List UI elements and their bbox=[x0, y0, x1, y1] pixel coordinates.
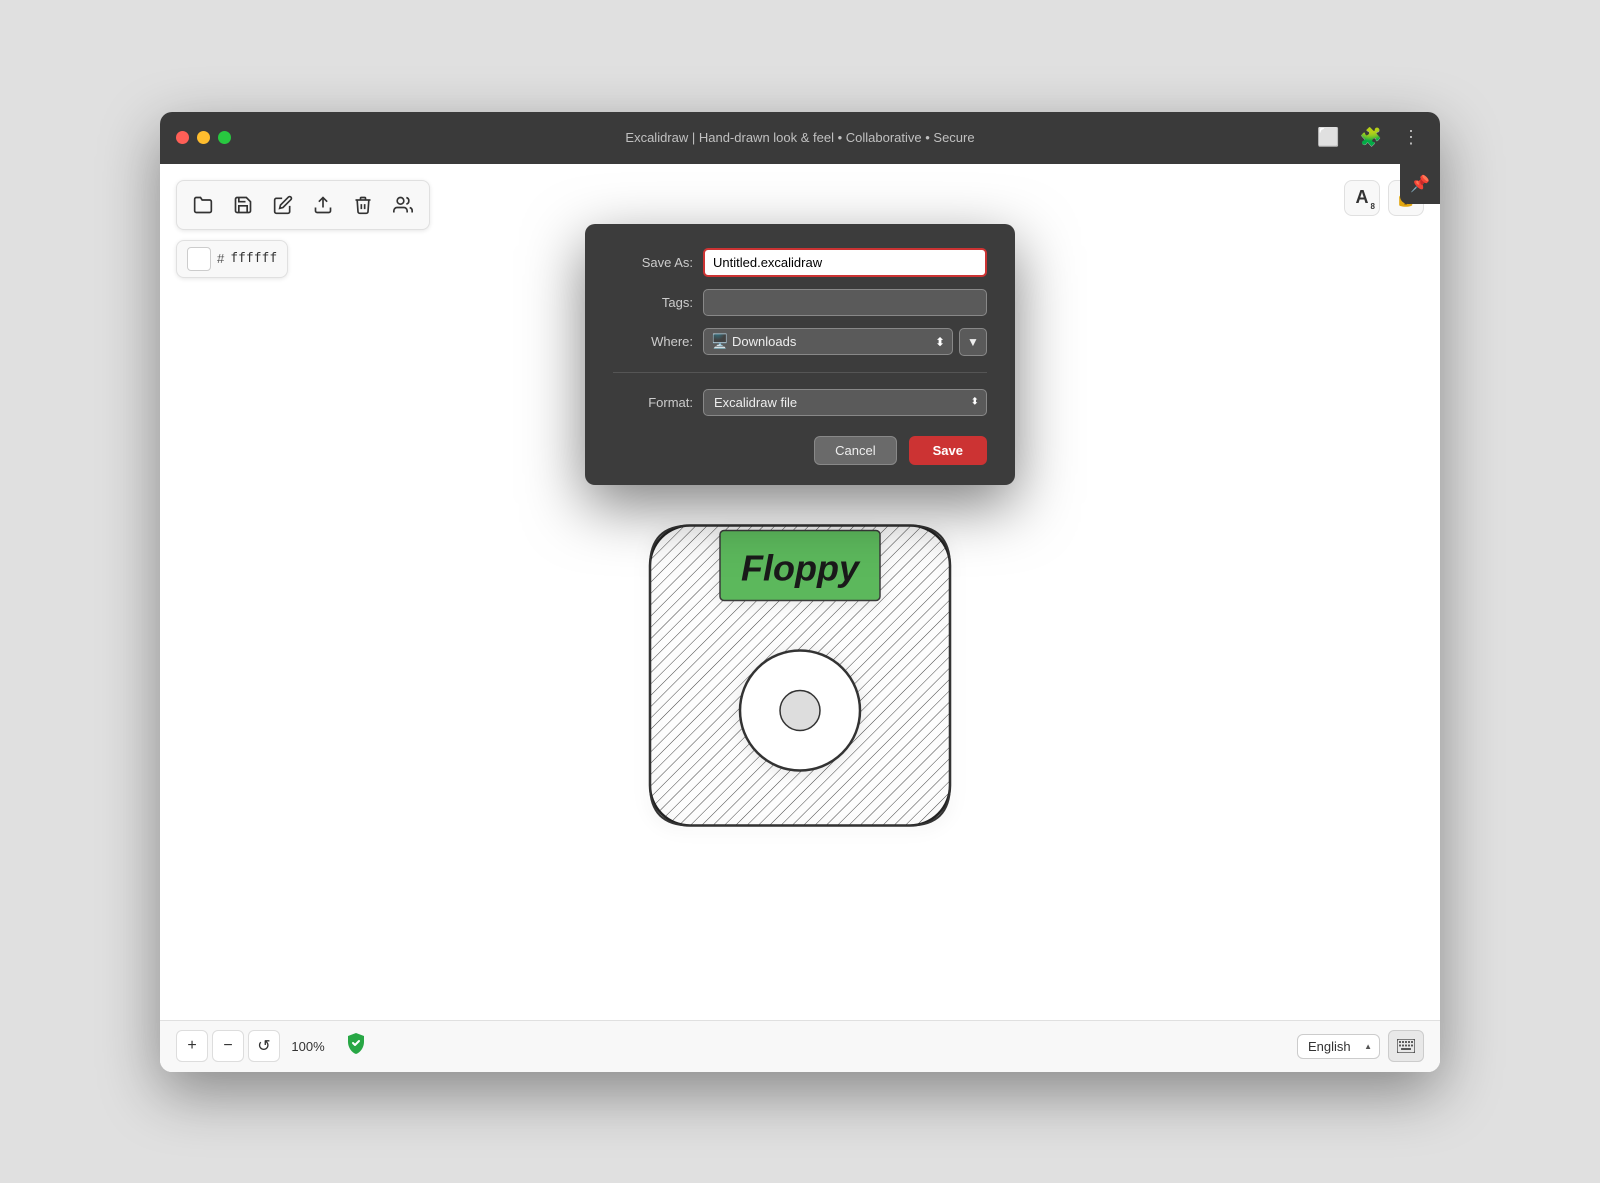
tags-row: Tags: bbox=[613, 289, 987, 316]
traffic-lights bbox=[176, 131, 231, 144]
format-label: Format: bbox=[613, 395, 693, 410]
dialog-divider bbox=[613, 372, 987, 373]
app-window: Excalidraw | Hand-drawn look & feel • Co… bbox=[160, 112, 1440, 1072]
window-title: Excalidraw | Hand-drawn look & feel • Co… bbox=[625, 130, 974, 145]
extensions-icon[interactable]: 🧩 bbox=[1356, 123, 1386, 152]
save-button[interactable]: Save bbox=[909, 436, 987, 465]
format-row: Format: Excalidraw file PNG SVG ⬍ bbox=[613, 389, 987, 416]
tags-label: Tags: bbox=[613, 295, 693, 310]
where-select-wrapper: 🖥️ Downloads ⬍ bbox=[703, 328, 953, 355]
where-expand-button[interactable]: ▼ bbox=[959, 328, 987, 356]
dialog-overlay: Save As: Tags: Where: 🖥️ Downloa bbox=[160, 164, 1440, 1072]
format-select[interactable]: Excalidraw file PNG SVG bbox=[703, 389, 987, 416]
save-as-row: Save As: bbox=[613, 248, 987, 277]
where-folder-icon: 🖥️ bbox=[711, 333, 728, 350]
dialog-buttons: Cancel Save bbox=[613, 436, 987, 465]
where-wrapper: 🖥️ Downloads ⬍ ▼ bbox=[703, 328, 987, 356]
where-row: Where: 🖥️ Downloads ⬍ ▼ bbox=[613, 328, 987, 356]
save-as-label: Save As: bbox=[613, 255, 693, 270]
minimize-button[interactable] bbox=[197, 131, 210, 144]
share-icon[interactable]: ⬜ bbox=[1313, 123, 1343, 152]
more-options-icon[interactable]: ⋮ bbox=[1398, 123, 1424, 152]
titlebar: Excalidraw | Hand-drawn look & feel • Co… bbox=[160, 112, 1440, 164]
close-button[interactable] bbox=[176, 131, 189, 144]
save-dialog: Save As: Tags: Where: 🖥️ Downloa bbox=[585, 224, 1015, 485]
tags-input[interactable] bbox=[703, 289, 987, 316]
save-as-input[interactable] bbox=[703, 248, 987, 277]
where-select[interactable]: Downloads bbox=[703, 328, 953, 355]
where-label: Where: bbox=[613, 334, 693, 349]
main-canvas-area: # ffffff A 8 🔓 📌 bbox=[160, 164, 1440, 1072]
cancel-button[interactable]: Cancel bbox=[814, 436, 896, 465]
maximize-button[interactable] bbox=[218, 131, 231, 144]
format-select-wrapper: Excalidraw file PNG SVG ⬍ bbox=[703, 389, 987, 416]
titlebar-actions: ⬜ 🧩 ⋮ bbox=[1313, 123, 1424, 152]
